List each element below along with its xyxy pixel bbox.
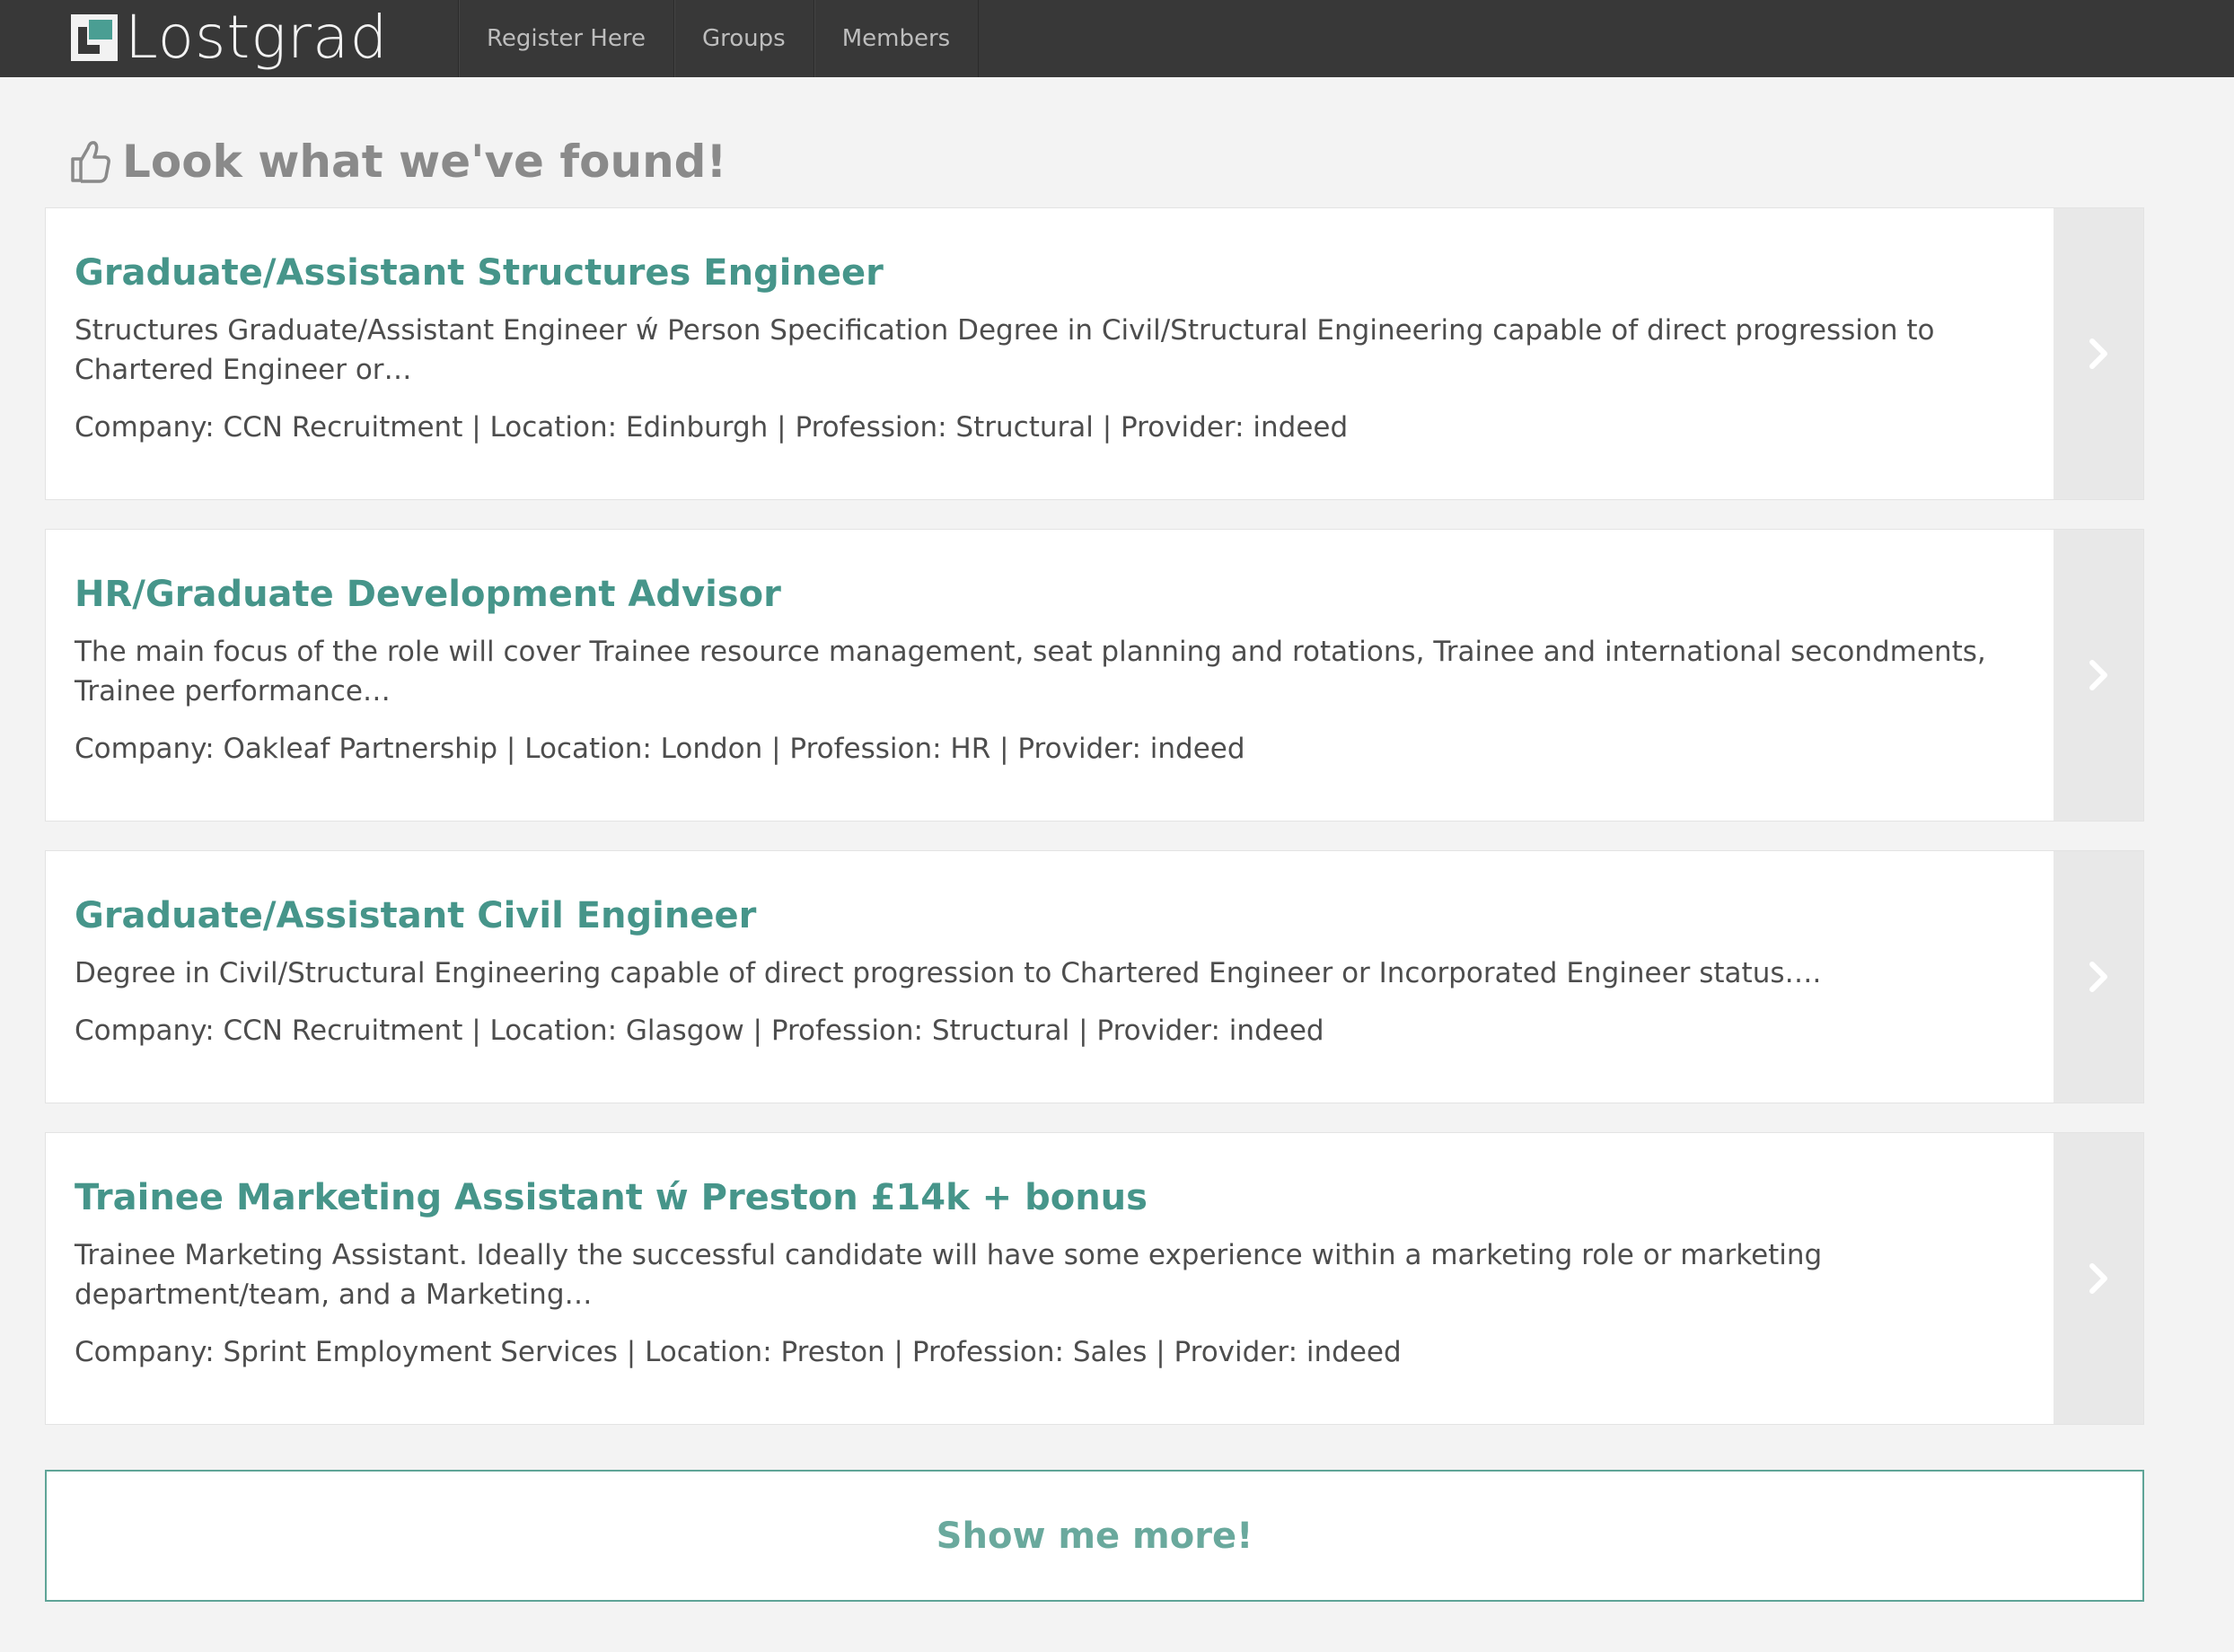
chevron-right-icon	[2089, 660, 2107, 690]
results-heading: Look what we've found!	[70, 133, 726, 190]
chevron-right-icon	[2089, 962, 2107, 992]
logo[interactable]: Lostgrad	[71, 5, 388, 70]
job-meta: Company: CCN Recruitment | Location: Gla…	[75, 1015, 1324, 1047]
job-open-button[interactable]	[2054, 530, 2143, 821]
job-open-button[interactable]	[2054, 851, 2143, 1103]
job-title-link[interactable]: Graduate/Assistant Structures Engineer	[75, 251, 2027, 294]
chevron-right-icon	[2089, 338, 2107, 369]
job-meta: Company: CCN Recruitment | Location: Edi…	[75, 411, 1349, 444]
job-meta: Company: Sprint Employment Services | Lo…	[75, 1336, 1402, 1368]
job-description: Degree in Civil/Structural Engineering c…	[75, 957, 1822, 989]
job-card-body: Graduate/Assistant Structures Engineer S…	[46, 208, 2055, 499]
job-card-body: Trainee Marketing Assistant ẃ Preston £1…	[46, 1133, 2055, 1424]
job-description: Trainee Marketing Assistant. Ideally the…	[75, 1239, 1823, 1311]
job-open-button[interactable]	[2054, 208, 2143, 499]
lostgrad-logo-icon	[71, 14, 118, 61]
job-card-body: HR/Graduate Development Advisor The main…	[46, 530, 2055, 821]
thumbs-up-icon	[70, 139, 111, 184]
job-card-body: Graduate/Assistant Civil Engineer Degree…	[46, 851, 2055, 1103]
nav-register-here[interactable]: Register Here	[458, 0, 673, 77]
nav-members[interactable]: Members	[813, 0, 980, 77]
job-card: Graduate/Assistant Structures Engineer S…	[45, 207, 2144, 500]
top-navbar: Lostgrad Register Here Groups Members	[0, 0, 2234, 77]
job-title-link[interactable]: HR/Graduate Development Advisor	[75, 573, 2027, 616]
main-nav: Register Here Groups Members	[458, 0, 980, 77]
job-card: Trainee Marketing Assistant ẃ Preston £1…	[45, 1132, 2144, 1425]
job-title-link[interactable]: Trainee Marketing Assistant ẃ Preston £1…	[75, 1176, 2027, 1219]
chevron-right-icon	[2089, 1263, 2107, 1294]
job-description: Structures Graduate/Assistant Engineer ẃ…	[75, 314, 1935, 386]
job-meta: Company: Oakleaf Partnership | Location:…	[75, 733, 1245, 765]
job-description: The main focus of the role will cover Tr…	[75, 636, 1986, 707]
job-card: Graduate/Assistant Civil Engineer Degree…	[45, 850, 2144, 1103]
page-title: Look what we've found!	[122, 136, 727, 188]
job-card: HR/Graduate Development Advisor The main…	[45, 529, 2144, 822]
logo-text: Lostgrad	[125, 3, 389, 72]
nav-groups[interactable]: Groups	[673, 0, 814, 77]
show-more-button[interactable]: Show me more!	[45, 1470, 2144, 1602]
job-title-link[interactable]: Graduate/Assistant Civil Engineer	[75, 894, 2027, 937]
job-open-button[interactable]	[2054, 1133, 2143, 1424]
